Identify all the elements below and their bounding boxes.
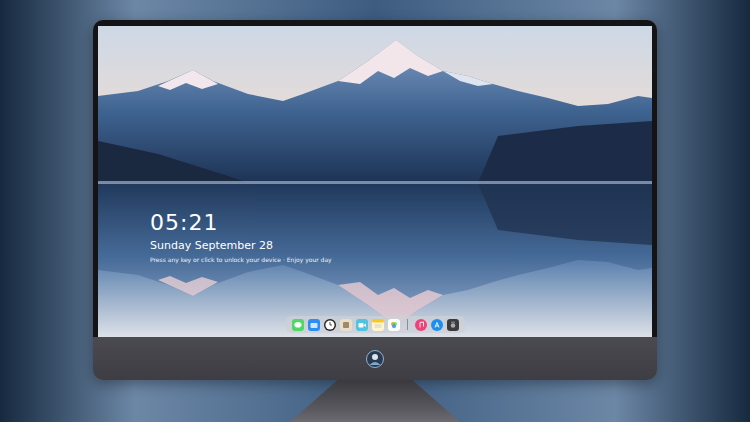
lock-screen[interactable]: 05:21 Sunday September 28 Press any key or… — [98, 26, 652, 337]
contacts-icon[interactable] — [340, 319, 352, 331]
messages-icon[interactable] — [292, 319, 304, 331]
photos-icon[interactable] — [388, 319, 400, 331]
logo-icon — [366, 350, 384, 368]
clock-icon[interactable] — [324, 319, 336, 331]
video-icon[interactable] — [356, 319, 368, 331]
unlock-hint: Press any key or click to unlock your de… — [150, 256, 652, 264]
music-icon[interactable] — [415, 319, 427, 331]
clock: 05:21 Sunday September 28 Press any key or… — [98, 210, 652, 264]
monitor-bezel: 05:21 Sunday September 28 Press any key or… — [93, 20, 657, 337]
wallpaper-icon — [98, 26, 652, 337]
dock-separator — [407, 319, 408, 330]
clock-date: Sunday September 28 — [150, 239, 652, 253]
monitor-stand — [290, 380, 460, 422]
dock — [286, 316, 465, 333]
app-store-icon[interactable] — [431, 319, 443, 331]
camera-icon[interactable] — [447, 319, 459, 331]
monitor: 05:21 Sunday September 28 Press any key or… — [93, 20, 657, 380]
lock-overlay: 05:21 Sunday September 28 Press any key or… — [98, 26, 652, 337]
notes-icon[interactable] — [372, 319, 384, 331]
page: 05:21 Sunday September 28 Press any key or… — [0, 0, 750, 422]
folder-icon[interactable] — [308, 319, 320, 331]
monitor-chin — [93, 337, 657, 380]
clock-time: 05:21 — [150, 210, 652, 236]
